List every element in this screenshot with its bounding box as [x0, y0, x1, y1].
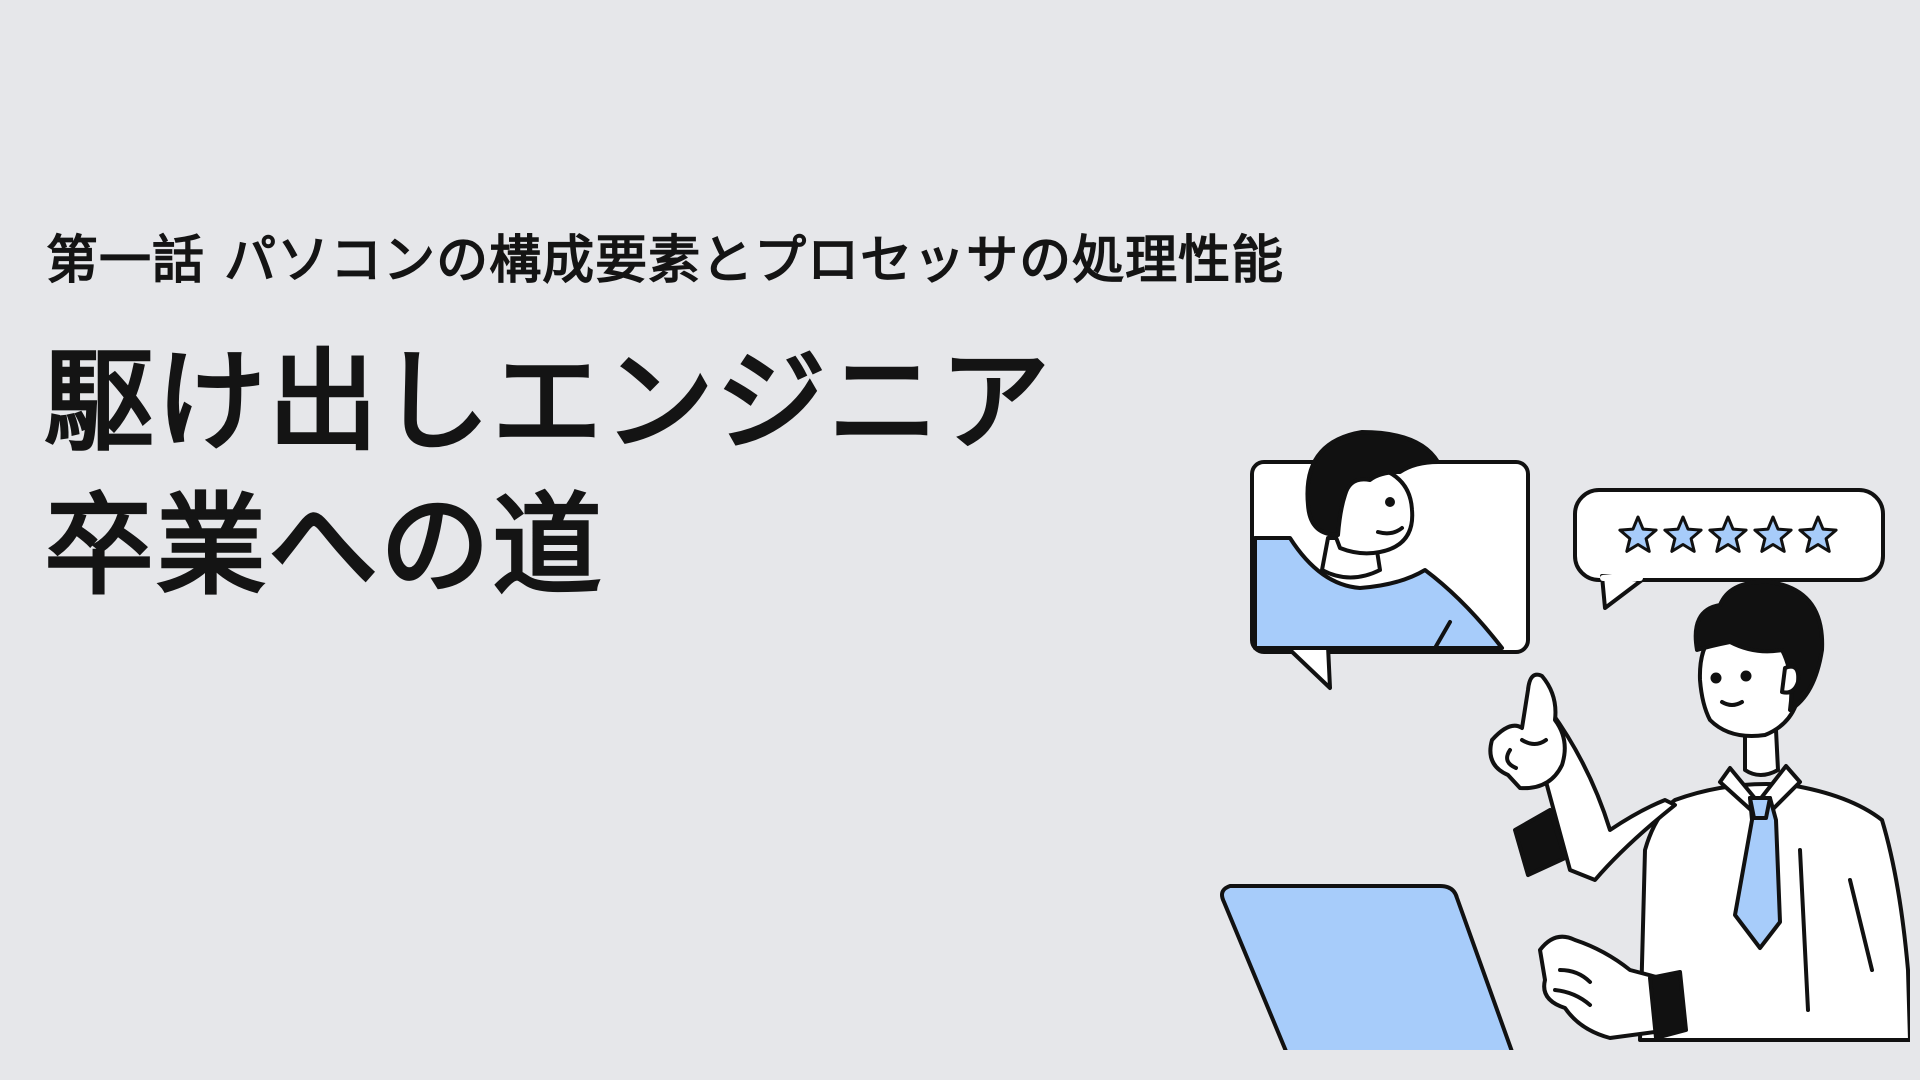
- slide: 第一話 パソコンの構成要素とプロセッサの処理性能 駆け出しエンジニア 卒業への道: [0, 0, 1920, 1080]
- video-call-bubble-icon: [1250, 430, 1530, 690]
- title-line-2: 卒業への道: [44, 482, 604, 610]
- illustration: [1220, 430, 1910, 1050]
- main-title: 駆け出しエンジニア 卒業への道: [44, 330, 1052, 618]
- title-line-1: 駆け出しエンジニア: [44, 338, 1052, 466]
- episode-subtitle: 第一話 パソコンの構成要素とプロセッサの処理性能: [46, 231, 1285, 291]
- businessman-icon: [1488, 579, 1910, 1042]
